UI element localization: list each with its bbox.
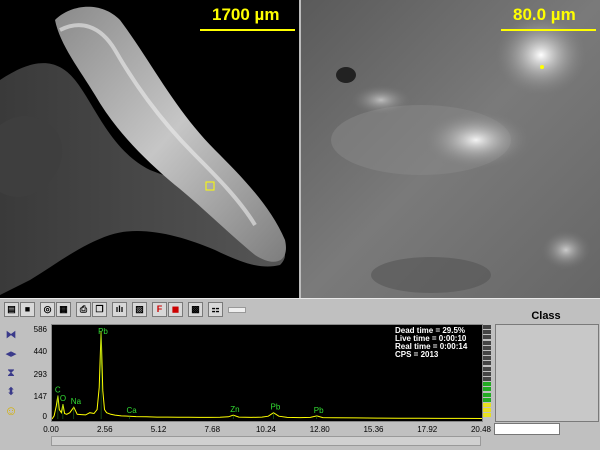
meter-segment (483, 340, 491, 345)
meter-segment (483, 351, 491, 355)
y-tick-label: 147 (33, 392, 47, 401)
print-icon[interactable]: ⎙ (76, 302, 91, 317)
cps: CPS = 2013 (395, 350, 439, 359)
meter-segment (483, 377, 491, 381)
left-micrograph: 1700 µm (0, 0, 299, 298)
y-tick-label: 440 (33, 347, 47, 356)
network-icon[interactable]: ⚏ (208, 302, 223, 317)
meter-segment (483, 392, 491, 397)
x-tick-label: 10.24 (255, 425, 277, 434)
toolbar-slider[interactable] (228, 307, 246, 313)
x-tick-label: 12.80 (309, 425, 330, 434)
class-header: Class (531, 310, 561, 322)
y-tick-label: 586 (33, 325, 47, 334)
class-panel: Class (493, 310, 599, 422)
meter-segment (483, 387, 491, 392)
left-scale-label: 1700 µm (212, 5, 280, 24)
meter-segment (483, 408, 491, 413)
meter-segment (483, 382, 491, 387)
x-tick-label: 2.56 (96, 425, 113, 434)
meter-segment (483, 356, 491, 361)
x-tick-label: 0.00 (43, 425, 59, 434)
peak-label: Zn (230, 405, 239, 414)
x-tick-label: 20.48 (470, 425, 492, 434)
meter-segment (483, 330, 491, 335)
meter-segment (483, 325, 491, 329)
save-icon[interactable]: ■ (20, 302, 35, 317)
meter-segment (483, 371, 491, 376)
class-input[interactable] (494, 423, 560, 435)
peak-label: Pb (314, 406, 324, 415)
x-tick-label: 17.92 (417, 425, 438, 434)
peak-label-icon[interactable]: F (152, 302, 167, 317)
peak-label: O (60, 394, 66, 403)
open-icon[interactable]: ▤ (4, 302, 19, 317)
pattern-icon[interactable]: ▨ (132, 302, 147, 317)
meter-segment (483, 345, 491, 350)
peak-label: Ca (127, 406, 138, 415)
peak-label: Na (71, 397, 82, 406)
meter-segment (483, 403, 491, 407)
right-scale-label: 80.0 µm (513, 5, 576, 24)
peak-label: Pb (271, 403, 281, 412)
left-micrograph-image (0, 0, 299, 298)
meter-segment (483, 335, 491, 340)
x-tick-label: 15.36 (363, 425, 384, 434)
bars-icon[interactable]: ılı (112, 302, 127, 317)
right-scale-bar (501, 29, 596, 31)
class-list[interactable] (495, 324, 599, 422)
stop-icon[interactable]: ◼ (168, 302, 183, 317)
meter-segment (483, 361, 491, 366)
y-tick-label: 293 (33, 370, 47, 379)
right-micrograph-image (301, 0, 600, 298)
grid-icon[interactable]: ▩ (188, 302, 203, 317)
meter-segment (483, 397, 491, 402)
left-scale-bar (200, 29, 295, 31)
right-micrograph: 80.0 µm (301, 0, 600, 298)
meter-segment (483, 366, 491, 371)
spectrum-scrollbar[interactable] (51, 436, 481, 446)
peak-label: Pb (98, 327, 108, 336)
copy-icon[interactable]: ❐ (92, 302, 107, 317)
y-tick-label: 0 (42, 412, 47, 421)
x-tick-label: 5.12 (150, 425, 167, 434)
x-tick-label: 7.68 (204, 425, 221, 434)
count-rate-meter (483, 325, 491, 419)
camera-icon[interactable]: ◎ (40, 302, 55, 317)
meter-segment (483, 413, 491, 418)
acquisition-status: Dead time = 29.5% Live time = 0:00:10 Re… (395, 327, 467, 359)
preview-icon[interactable]: ▦ (56, 302, 71, 317)
